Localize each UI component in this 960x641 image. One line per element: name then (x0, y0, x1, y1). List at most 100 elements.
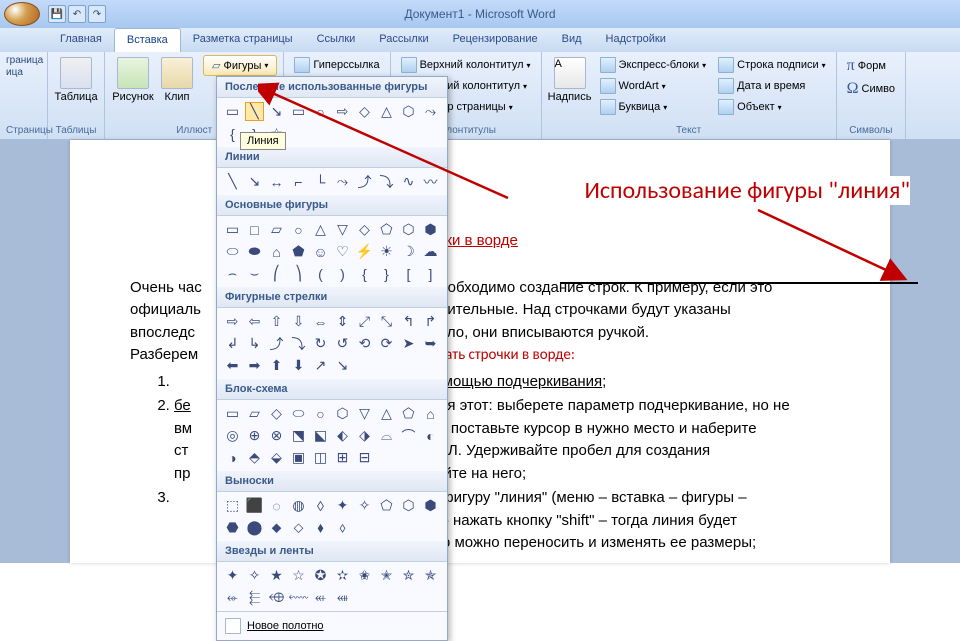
f24[interactable]: ▣ (289, 448, 308, 467)
f8[interactable]: △ (377, 404, 396, 423)
tab-home[interactable]: Главная (48, 28, 114, 52)
st16[interactable]: ⬵ (333, 588, 352, 607)
a5[interactable]: ⇔ (311, 312, 330, 331)
hyperlink-button[interactable]: Гиперссылка (290, 55, 383, 75)
f22[interactable]: ⬘ (245, 448, 264, 467)
s15[interactable]: ☺ (311, 242, 330, 261)
s25[interactable]: ( (311, 264, 330, 283)
st9[interactable]: ✮ (399, 566, 418, 585)
st6[interactable]: ✫ (333, 566, 352, 585)
c4[interactable]: ◍ (289, 496, 308, 515)
s16[interactable]: ♡ (333, 242, 352, 261)
f15[interactable]: ⬕ (311, 426, 330, 445)
s14[interactable]: ⬟ (289, 242, 308, 261)
f27[interactable]: ⊟ (355, 448, 374, 467)
c7[interactable]: ✧ (355, 496, 374, 515)
f11[interactable]: ◎ (223, 426, 242, 445)
c12[interactable]: ⬤ (245, 518, 264, 537)
qat-redo[interactable]: ↷ (88, 5, 106, 23)
c1[interactable]: ⬚ (223, 496, 242, 515)
symbol-button[interactable]: ΩСимво (843, 78, 899, 100)
c8[interactable]: ⬠ (377, 496, 396, 515)
a14[interactable]: ⤵ (289, 334, 308, 353)
c5[interactable]: ◊ (311, 496, 330, 515)
s5[interactable]: △ (311, 220, 330, 239)
tab-view[interactable]: Вид (550, 28, 594, 52)
equation-button[interactable]: πФорм (843, 55, 899, 77)
s24[interactable]: ⎞ (289, 264, 308, 283)
a25[interactable]: ↗ (311, 356, 330, 375)
tab-mailings[interactable]: Рассылки (367, 28, 440, 52)
f21[interactable]: ◑ (223, 448, 242, 467)
f2[interactable]: ▱ (245, 404, 264, 423)
s20[interactable]: ☁ (421, 242, 440, 261)
clipart-button[interactable]: Клип (155, 55, 199, 105)
a9[interactable]: ↰ (399, 312, 418, 331)
qat-save[interactable]: 💾 (48, 5, 66, 23)
f14[interactable]: ⬔ (289, 426, 308, 445)
a3[interactable]: ⇧ (267, 312, 286, 331)
shape-triangle[interactable]: △ (377, 102, 396, 121)
s28[interactable]: } (377, 264, 396, 283)
f19[interactable]: ⌒ (399, 426, 418, 445)
s8[interactable]: ⬠ (377, 220, 396, 239)
shapes-button[interactable]: ▱Фигуры▾ (203, 55, 277, 76)
f23[interactable]: ⬙ (267, 448, 286, 467)
a6[interactable]: ⇕ (333, 312, 352, 331)
dropcap-button[interactable]: Буквица▾ (596, 97, 711, 117)
a8[interactable]: ⤡ (377, 312, 396, 331)
s11[interactable]: ⬭ (223, 242, 242, 261)
signature-button[interactable]: Строка подписи▾ (714, 55, 829, 75)
a12[interactable]: ↳ (245, 334, 264, 353)
s22[interactable]: ⌣ (245, 264, 264, 283)
shape-textbox[interactable]: ▭ (223, 102, 242, 121)
s13[interactable]: ⌂ (267, 242, 286, 261)
a7[interactable]: ⤢ (355, 312, 374, 331)
s10[interactable]: ⬢ (421, 220, 440, 239)
a2[interactable]: ⇦ (245, 312, 264, 331)
a22[interactable]: ➡ (245, 356, 264, 375)
f9[interactable]: ⬠ (399, 404, 418, 423)
tab-references[interactable]: Ссылки (305, 28, 368, 52)
c3[interactable]: ◌ (267, 496, 286, 515)
f5[interactable]: ○ (311, 404, 330, 423)
s21[interactable]: ⌢ (223, 264, 242, 283)
s17[interactable]: ⚡ (355, 242, 374, 261)
new-canvas[interactable]: Новое полотно (217, 611, 447, 640)
shape-arrow[interactable]: ↘ (267, 102, 286, 121)
f13[interactable]: ⊗ (267, 426, 286, 445)
st2[interactable]: ✧ (245, 566, 264, 585)
shape-arrow2[interactable]: ↘ (245, 172, 264, 191)
st3[interactable]: ★ (267, 566, 286, 585)
c15[interactable]: ⬧ (311, 518, 330, 537)
tab-addins[interactable]: Надстройки (594, 28, 678, 52)
shape-curve3[interactable]: ⤵ (377, 172, 396, 191)
s18[interactable]: ☀ (377, 242, 396, 261)
a10[interactable]: ↱ (421, 312, 440, 331)
shape-rarrow[interactable]: ⇨ (333, 102, 352, 121)
f17[interactable]: ⬗ (355, 426, 374, 445)
quickparts-button[interactable]: Экспресс-блоки▾ (596, 55, 711, 75)
s27[interactable]: { (355, 264, 374, 283)
shape-scribble[interactable]: 〰 (421, 172, 440, 191)
c10[interactable]: ⬢ (421, 496, 440, 515)
a21[interactable]: ⬅ (223, 356, 242, 375)
wordart-button[interactable]: WordArt▾ (596, 76, 711, 96)
f26[interactable]: ⊞ (333, 448, 352, 467)
f12[interactable]: ⊕ (245, 426, 264, 445)
st11[interactable]: ⬰ (223, 588, 242, 607)
shape-elbow2[interactable]: └ (311, 172, 330, 191)
s7[interactable]: ◇ (355, 220, 374, 239)
f7[interactable]: ▽ (355, 404, 374, 423)
a1[interactable]: ⇨ (223, 312, 242, 331)
s2[interactable]: □ (245, 220, 264, 239)
c11[interactable]: ⬣ (223, 518, 242, 537)
s4[interactable]: ○ (289, 220, 308, 239)
st5[interactable]: ✪ (311, 566, 330, 585)
s30[interactable]: ] (421, 264, 440, 283)
shape-hex[interactable]: ⬡ (399, 102, 418, 121)
s12[interactable]: ⬬ (245, 242, 264, 261)
f3[interactable]: ◇ (267, 404, 286, 423)
textbox-button[interactable]: AНадпись (548, 55, 592, 117)
st10[interactable]: ✯ (421, 566, 440, 585)
